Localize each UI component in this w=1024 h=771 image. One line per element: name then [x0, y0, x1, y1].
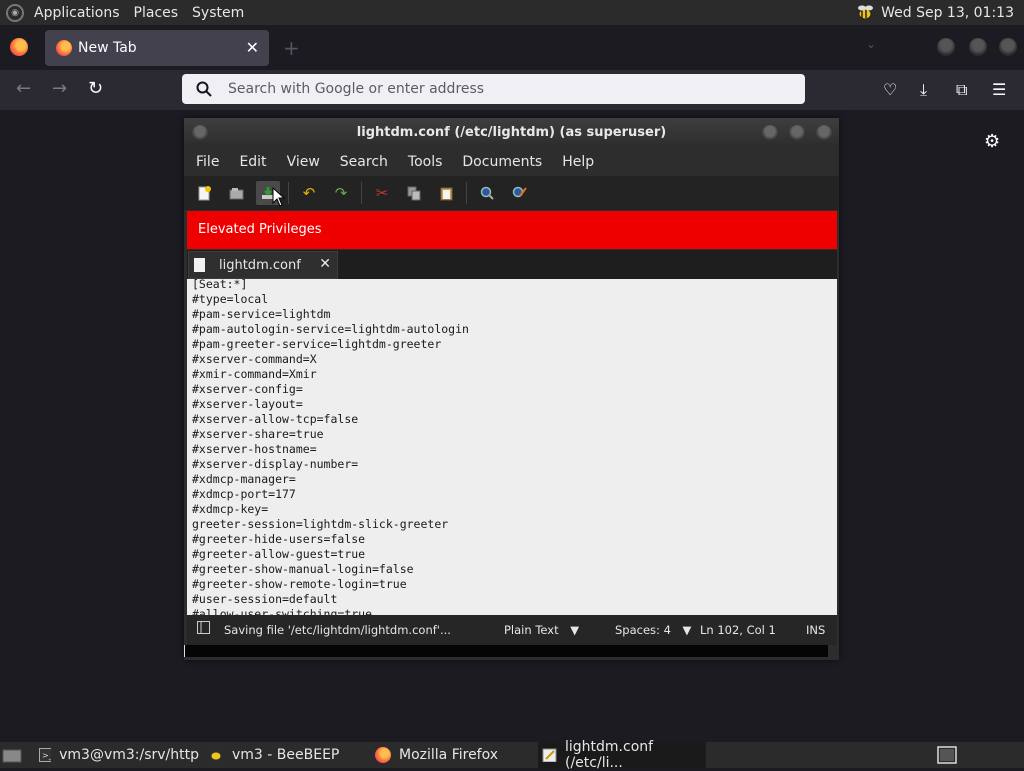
taskbar: >_ vm3@vm3:/srv/http vm3 - BeeBEEP Mozil…	[0, 739, 1024, 771]
spaces-selector[interactable]: Spaces: 4 ▼	[615, 623, 691, 637]
document-tabs: lightdm.conf ✕	[187, 250, 837, 279]
minimize-window-icon[interactable]	[937, 38, 955, 56]
document-icon	[194, 258, 205, 272]
menu-system[interactable]: System	[192, 5, 244, 21]
cut-icon[interactable]: ✂	[370, 181, 394, 205]
menu-applications[interactable]: Applications	[34, 5, 120, 21]
task-text-editor[interactable]: lightdm.conf (/etc/li...	[538, 739, 706, 771]
toolbar-separator	[288, 182, 289, 204]
toolbar-separator	[361, 182, 362, 204]
extensions-icon[interactable]: ⧉	[956, 80, 967, 100]
window-title[interactable]: lightdm.conf (/etc/lightdm) (as superuse…	[184, 118, 839, 148]
workspace-switcher[interactable]	[937, 742, 959, 768]
firefox-favicon-icon	[56, 40, 72, 56]
insert-mode: INS	[806, 623, 826, 637]
doc-tab-label: lightdm.conf	[219, 257, 301, 273]
open-file-icon[interactable]	[224, 181, 248, 205]
close-tab-icon[interactable]: ✕	[246, 38, 259, 57]
menubar: File Edit View Search Tools Documents He…	[184, 148, 839, 176]
paste-icon[interactable]	[434, 181, 458, 205]
spaces-label: Spaces: 4	[615, 623, 671, 637]
statusbar: Saving file '/etc/lightdm/lightdm.conf'.…	[187, 615, 837, 645]
editor-text[interactable]: [Seat:*] #type=local #pam-service=lightd…	[187, 279, 837, 615]
chevron-down-icon[interactable]: ⌄	[866, 37, 876, 51]
menu-help[interactable]: Help	[562, 154, 594, 170]
find-icon[interactable]	[475, 181, 499, 205]
close-icon[interactable]	[816, 125, 832, 141]
find-replace-icon[interactable]	[507, 181, 531, 205]
reload-icon[interactable]: ↻	[88, 78, 103, 99]
language-selector[interactable]: Plain Text ▼	[504, 623, 579, 637]
task-label: Mozilla Firefox	[399, 747, 499, 763]
new-document-icon[interactable]	[192, 181, 216, 205]
clock[interactable]: Wed Sep 13, 01:13	[881, 5, 1014, 21]
beebeep-icon	[210, 751, 222, 761]
redo-icon[interactable]: ↷	[329, 181, 353, 205]
minimize-icon[interactable]	[762, 125, 778, 141]
dropdown-arrow-icon: ▼	[682, 623, 692, 637]
url-bar[interactable]: Search with Google or enter address	[182, 74, 805, 104]
beebeep-tray-icon[interactable]	[855, 4, 875, 22]
status-message: Saving file '/etc/lightdm/lightdm.conf'.…	[224, 623, 451, 637]
back-arrow-icon[interactable]: ←	[16, 78, 31, 99]
close-tab-icon[interactable]: ✕	[319, 256, 331, 272]
banner-text: Elevated Privileges	[198, 222, 322, 237]
side-panel-toggle-icon[interactable]	[197, 621, 210, 637]
show-desktop-icon[interactable]	[2, 742, 24, 768]
menu-edit[interactable]: Edit	[239, 154, 266, 170]
undo-icon[interactable]: ↶	[297, 181, 321, 205]
task-beebeep[interactable]: vm3 - BeeBEEP	[208, 742, 368, 768]
menu-documents[interactable]: Documents	[462, 154, 542, 170]
tab-lightdm-conf[interactable]: lightdm.conf ✕	[188, 251, 338, 279]
firefox-icon	[375, 747, 391, 763]
menu-tools[interactable]: Tools	[408, 154, 443, 170]
maximize-window-icon[interactable]	[969, 38, 987, 56]
dropdown-arrow-icon: ▼	[570, 623, 580, 637]
cursor-position[interactable]: Ln 102, Col 1	[700, 623, 776, 637]
distro-logo-icon[interactable]: ◉	[6, 3, 24, 22]
maximize-icon[interactable]	[789, 125, 805, 141]
clock-area: Wed Sep 13, 01:13	[855, 0, 1014, 25]
menu-view[interactable]: View	[287, 154, 320, 170]
menu-places[interactable]: Places	[134, 5, 179, 21]
search-icon	[196, 81, 212, 97]
menu-icon[interactable]: ☰	[992, 80, 1006, 99]
url-placeholder: Search with Google or enter address	[228, 81, 485, 97]
copy-icon[interactable]	[402, 181, 426, 205]
firefox-view-icon[interactable]	[10, 38, 28, 56]
download-icon[interactable]: ⤓	[920, 80, 927, 100]
new-tab-button[interactable]: +	[283, 36, 300, 60]
pocket-icon[interactable]: ♡	[883, 80, 897, 99]
task-label: vm3@vm3:/srv/http	[59, 747, 199, 763]
tab-title: New Tab	[78, 40, 137, 56]
language-label: Plain Text	[504, 623, 559, 637]
task-label: lightdm.conf (/etc/li...	[565, 739, 654, 771]
window-menu-icon[interactable]	[192, 125, 208, 141]
menu-file[interactable]: File	[196, 154, 219, 170]
elevated-privileges-banner: Elevated Privileges	[187, 211, 837, 249]
svg-text:>_: >_	[42, 751, 51, 760]
window-bottom-edge	[184, 645, 828, 657]
task-terminal[interactable]: >_ vm3@vm3:/srv/http	[39, 742, 199, 768]
text-editor-area[interactable]: [Seat:*] #type=local #pam-service=lightd…	[187, 279, 837, 615]
task-label: vm3 - BeeBEEP	[232, 747, 340, 763]
gear-icon[interactable]: ⚙	[984, 131, 1000, 152]
text-editor-icon	[542, 748, 557, 762]
firefox-navbar: ← → ↻ Search with Google or enter addres…	[0, 70, 1024, 110]
tab-new-tab[interactable]: New Tab ✕	[45, 30, 269, 66]
terminal-icon: >_	[39, 748, 52, 762]
task-firefox[interactable]: Mozilla Firefox	[375, 742, 535, 768]
forward-arrow-icon[interactable]: →	[52, 78, 67, 99]
top-panel: ◉ Applications Places System Wed Sep 13,…	[0, 0, 1024, 25]
menu-search[interactable]: Search	[340, 154, 388, 170]
firefox-tabbar: New Tab ✕ + ⌄	[0, 25, 1024, 70]
toolbar-separator	[466, 182, 467, 204]
mouse-pointer-icon	[272, 187, 285, 207]
window-title-text: lightdm.conf (/etc/lightdm) (as superuse…	[356, 125, 667, 140]
close-window-icon[interactable]	[999, 38, 1017, 56]
